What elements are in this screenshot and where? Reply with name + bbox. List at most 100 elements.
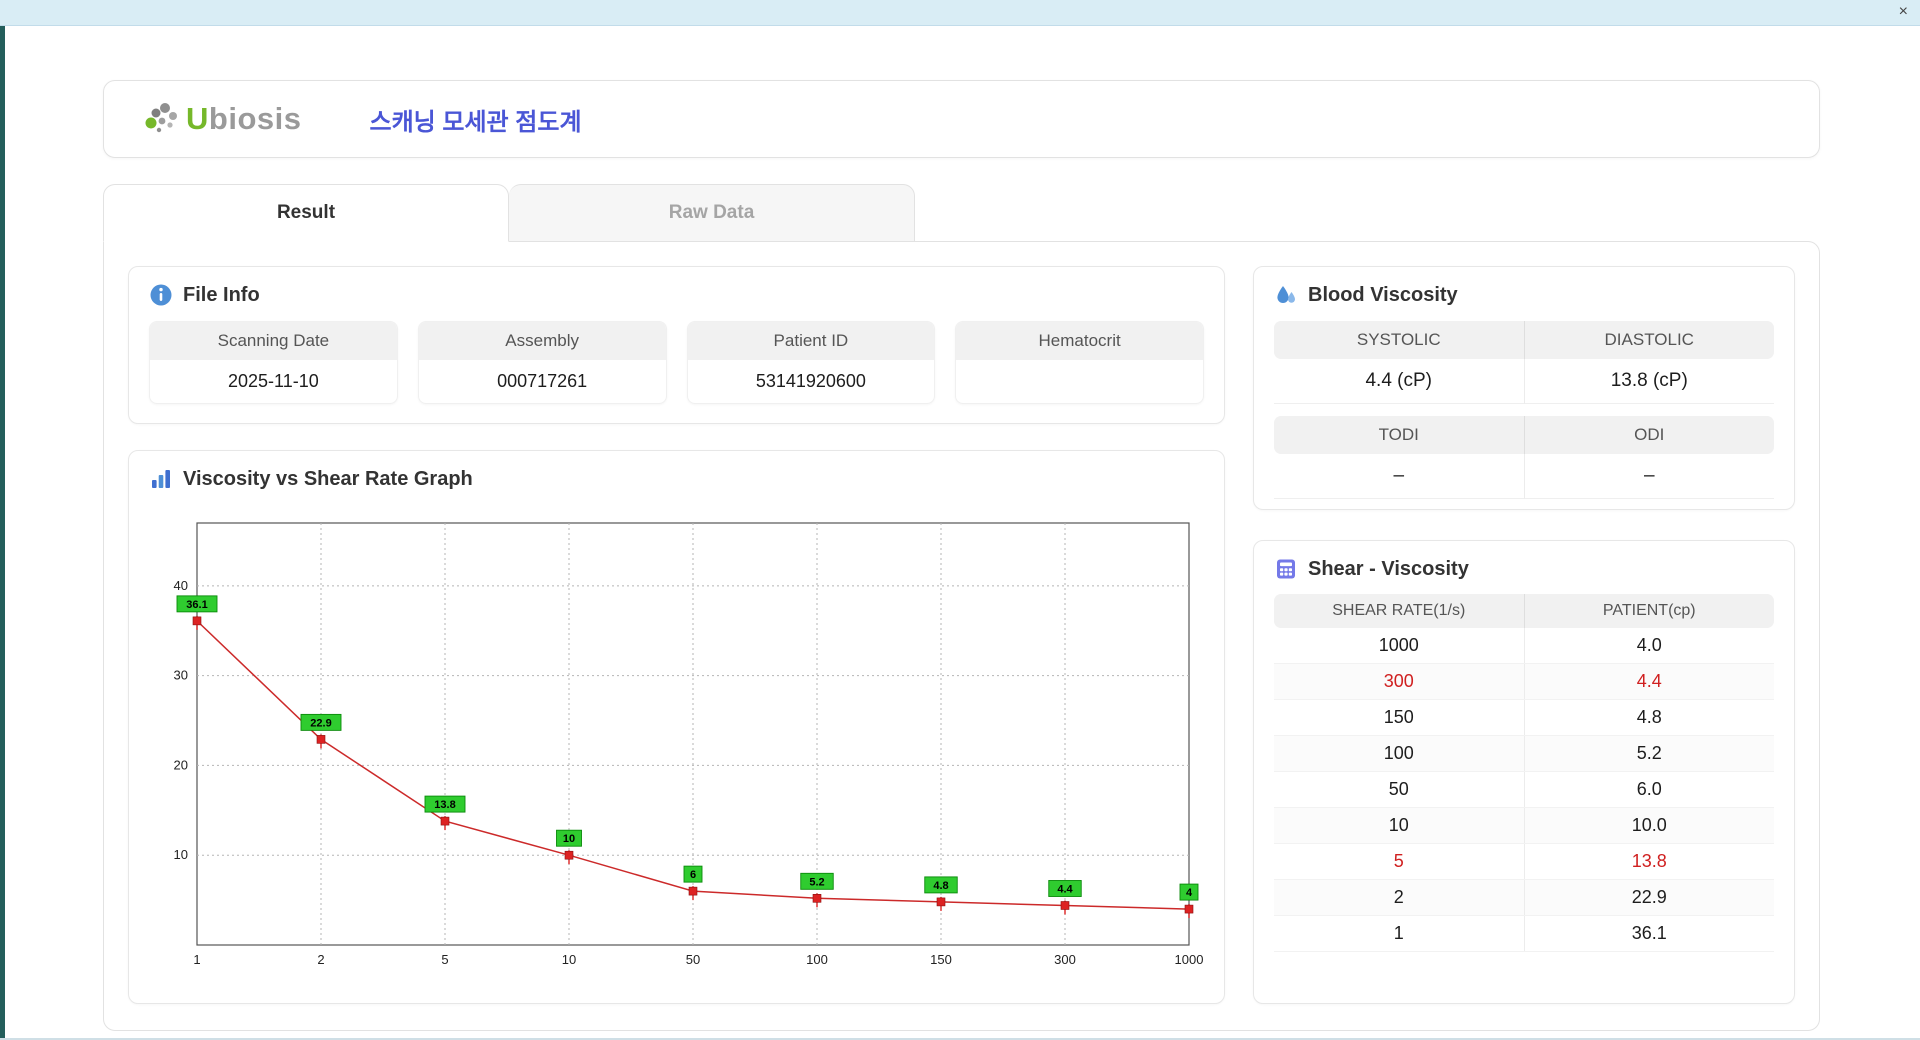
info-icon bbox=[150, 284, 172, 306]
svg-text:6: 6 bbox=[690, 869, 696, 881]
shear-rate-cell: 10 bbox=[1388, 815, 1409, 835]
table-row: 1000 4.0 bbox=[1274, 628, 1774, 664]
field-label: Patient ID bbox=[687, 322, 935, 360]
bv-header-row: SYSTOLIC DIASTOLIC bbox=[1274, 321, 1774, 359]
file-field-patient-id: Patient ID 53141920600 bbox=[686, 321, 936, 404]
app-window: Ubiosis 스캐닝 모세관 점도계 Result Raw Data File… bbox=[103, 80, 1820, 1031]
left-column: File Info Scanning Date 2025-11-10 Assembl… bbox=[128, 266, 1225, 1006]
tab-raw-data[interactable]: Raw Data bbox=[509, 184, 915, 242]
blood-viscosity-title-text: Blood Viscosity bbox=[1308, 283, 1458, 306]
patient-viscosity-cell: 4.0 bbox=[1523, 628, 1775, 663]
svg-text:1: 1 bbox=[193, 952, 200, 967]
svg-text:40: 40 bbox=[174, 578, 188, 593]
patient-viscosity-cell: 36.1 bbox=[1523, 916, 1775, 951]
field-value bbox=[956, 360, 1203, 402]
shear-rate-cell: 1000 bbox=[1378, 635, 1419, 655]
patient-viscosity-cell: 10.0 bbox=[1523, 808, 1775, 843]
shear-rate-cell: 300 bbox=[1383, 671, 1414, 691]
bv-value-cell: 4.4 (cP) bbox=[1274, 359, 1524, 404]
table-row: 50 6.0 bbox=[1274, 772, 1774, 808]
svg-text:4.8: 4.8 bbox=[933, 880, 948, 892]
file-info-panel: File Info Scanning Date 2025-11-10 Assembl… bbox=[128, 266, 1225, 424]
shear-viscosity-table: SHEAR RATE(1/s) PATIENT(cp) 1000 4.0 300 4.4 1… bbox=[1274, 594, 1774, 952]
patient-viscosity-cell: 22.9 bbox=[1523, 880, 1775, 915]
svg-text:50: 50 bbox=[686, 952, 700, 967]
field-label: Assembly bbox=[418, 322, 666, 360]
blood-viscosity-title: Blood Viscosity bbox=[1274, 283, 1774, 307]
file-info-fields: Scanning Date 2025-11-10 Assembly 000717261… bbox=[149, 321, 1204, 404]
svg-text:36.1: 36.1 bbox=[186, 599, 207, 611]
file-info-title: File Info bbox=[149, 283, 1204, 307]
bv-header-cell: SYSTOLIC bbox=[1356, 330, 1441, 349]
shear-rate-cell: 5 bbox=[1393, 851, 1404, 871]
tab-bar: Result Raw Data bbox=[103, 184, 1820, 242]
bv-header-cell: DIASTOLIC bbox=[1523, 321, 1775, 359]
graph-title: Viscosity vs Shear Rate Graph bbox=[149, 467, 1204, 491]
svg-text:4.4: 4.4 bbox=[1057, 883, 1073, 895]
bv-value-row: – – bbox=[1274, 454, 1774, 499]
svg-text:10: 10 bbox=[562, 952, 576, 967]
bv-header-row: TODI ODI bbox=[1274, 416, 1774, 454]
svg-text:100: 100 bbox=[806, 952, 828, 967]
bar-chart-icon bbox=[152, 470, 170, 488]
logo-text: Ubiosis bbox=[186, 101, 302, 136]
blood-viscosity-panel: Blood Viscosity SYSTOLIC DIASTOLIC 4.4 (cP… bbox=[1253, 266, 1795, 510]
tab-result[interactable]: Result bbox=[103, 184, 509, 242]
patient-viscosity-cell: 4.4 bbox=[1523, 664, 1775, 699]
svg-text:150: 150 bbox=[930, 952, 952, 967]
file-info-title-text: File Info bbox=[183, 283, 260, 306]
field-label: Scanning Date bbox=[150, 322, 397, 360]
viscosity-chart: 10 20 30 40 1 2 5 10 50 100 150 300 1000 36.1 22.9 13.8… bbox=[174, 522, 1204, 967]
window-title-bar: × bbox=[0, 0, 1920, 26]
table-row: 300 4.4 bbox=[1274, 664, 1774, 700]
app-header: Ubiosis 스캐닝 모세관 점도계 bbox=[103, 80, 1820, 158]
table-row: 150 4.8 bbox=[1274, 700, 1774, 736]
file-field-scanning-date: Scanning Date 2025-11-10 bbox=[149, 321, 398, 404]
blood-viscosity-grid: SYSTOLIC DIASTOLIC 4.4 (cP) 13.8 (cP) TODI OD… bbox=[1274, 321, 1774, 499]
svg-text:2: 2 bbox=[317, 952, 324, 967]
field-value: 53141920600 bbox=[755, 371, 866, 391]
field-value: 2025-11-10 bbox=[228, 371, 319, 391]
table-row: 2 22.9 bbox=[1274, 880, 1774, 916]
shear-viscosity-title-text: Shear - Viscosity bbox=[1308, 557, 1469, 580]
bv-header-cell: TODI bbox=[1378, 425, 1419, 444]
shear-viscosity-title: Shear - Viscosity bbox=[1274, 557, 1774, 581]
shear-viscosity-panel: Shear - Viscosity SHEAR RATE(1/s) PATIENT… bbox=[1253, 540, 1795, 1004]
svg-text:13.8: 13.8 bbox=[434, 799, 455, 811]
shear-rate-cell: 1 bbox=[1393, 923, 1404, 943]
field-value: 000717261 bbox=[497, 371, 588, 391]
right-column: Blood Viscosity SYSTOLIC DIASTOLIC 4.4 (cP… bbox=[1253, 266, 1795, 1006]
shear-rate-cell: 2 bbox=[1393, 887, 1404, 907]
field-label: Hematocrit bbox=[956, 322, 1203, 360]
graph-panel: Viscosity vs Shear Rate Graph 10 20 30 40 1 2… bbox=[128, 450, 1225, 1004]
svg-text:300: 300 bbox=[1054, 952, 1076, 967]
graph-title-text: Viscosity vs Shear Rate Graph bbox=[183, 467, 473, 490]
bv-value-row: 4.4 (cP) 13.8 (cP) bbox=[1274, 359, 1774, 404]
app-title: 스캐닝 모세관 점도계 bbox=[369, 108, 582, 136]
patient-viscosity-cell: 5.2 bbox=[1523, 736, 1775, 771]
svg-text:30: 30 bbox=[174, 668, 188, 683]
close-icon[interactable]: × bbox=[1899, 3, 1908, 21]
table-row: 100 5.2 bbox=[1274, 736, 1774, 772]
droplet-icon bbox=[1277, 286, 1295, 303]
bv-value-cell: – bbox=[1274, 454, 1524, 499]
table-header-row: SHEAR RATE(1/s) PATIENT(cp) bbox=[1274, 594, 1774, 628]
patient-viscosity-cell: 6.0 bbox=[1523, 772, 1775, 807]
bv-header-cell: ODI bbox=[1523, 416, 1775, 454]
shear-rate-cell: 100 bbox=[1383, 743, 1414, 763]
ubiosis-logo: Ubiosis bbox=[142, 99, 301, 139]
table-row: 5 13.8 bbox=[1274, 844, 1774, 880]
svg-text:5: 5 bbox=[441, 952, 448, 967]
bv-value-cell: – bbox=[1523, 454, 1774, 499]
svg-text:20: 20 bbox=[174, 757, 188, 772]
logo-dots-icon bbox=[145, 103, 177, 133]
table-icon bbox=[1277, 559, 1295, 579]
left-edge-strip bbox=[0, 26, 5, 1040]
svg-text:4: 4 bbox=[1186, 887, 1193, 899]
table-row: 1 36.1 bbox=[1274, 916, 1774, 952]
result-content: File Info Scanning Date 2025-11-10 Assembl… bbox=[103, 241, 1820, 1031]
bv-value-cell: 13.8 (cP) bbox=[1523, 359, 1774, 404]
svg-text:10: 10 bbox=[174, 847, 188, 862]
svg-text:1000: 1000 bbox=[1175, 952, 1204, 967]
svg-text:10: 10 bbox=[563, 833, 575, 845]
